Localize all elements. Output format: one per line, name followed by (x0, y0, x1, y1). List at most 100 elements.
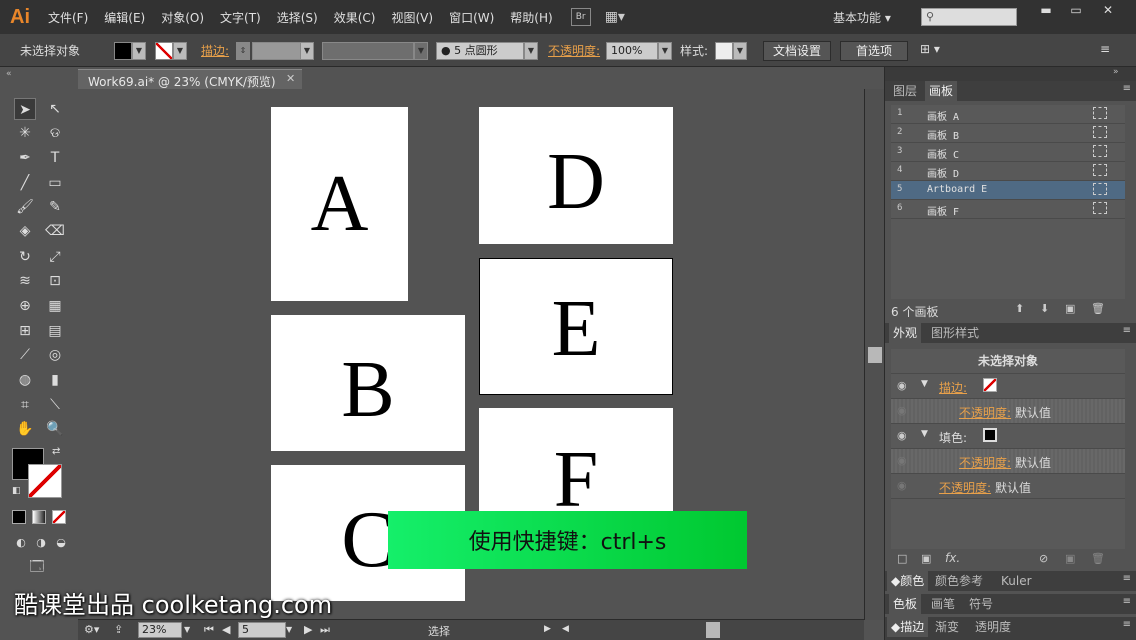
new-artboard-icon[interactable]: ▣ (1065, 302, 1075, 315)
eyedropper-tool-icon[interactable]: ⟋ (14, 344, 36, 366)
delete-item-icon[interactable]: 🗑 (1091, 552, 1105, 565)
eye-icon[interactable]: ◉ (897, 454, 911, 467)
tab-symbols[interactable]: 符号 (965, 594, 997, 614)
style-dropdown[interactable]: ▼ (733, 42, 747, 60)
move-down-icon[interactable]: ⬇ (1040, 302, 1049, 315)
prev-artboard-icon[interactable]: ◀ (222, 623, 230, 636)
artboard-options-icon[interactable] (1093, 183, 1107, 195)
tab-gradient[interactable]: 渐变 (931, 617, 963, 637)
dock-collapse-icon[interactable]: » (1113, 67, 1119, 77)
gradient-mode-icon[interactable] (32, 510, 46, 524)
workspace-switcher[interactable]: 基本功能 ▾ (833, 9, 891, 26)
menu-object[interactable]: 对象(O) (153, 9, 212, 26)
horizontal-scrollbar-thumb[interactable] (706, 622, 720, 638)
artboard-row-6[interactable]: 6 画板 F (891, 200, 1125, 219)
artboard-row-5[interactable]: 5 Artboard E (891, 181, 1125, 200)
help-search-input[interactable]: ⚲ (921, 8, 1017, 26)
move-up-icon[interactable]: ⬆ (1015, 302, 1024, 315)
menu-edit[interactable]: 编辑(E) (96, 9, 153, 26)
artboard-number-field[interactable]: 5 (238, 622, 286, 638)
clear-appearance-icon[interactable]: ⊘ (1039, 552, 1048, 565)
column-graph-tool-icon[interactable]: ▮ (44, 369, 66, 391)
menu-select[interactable]: 选择(S) (269, 9, 326, 26)
perspective-grid-tool-icon[interactable]: ▦ (44, 295, 66, 317)
stroke-weight-field[interactable] (252, 42, 302, 60)
tab-kuler[interactable]: Kuler (997, 571, 1036, 591)
menu-file[interactable]: 文件(F) (40, 9, 96, 26)
scale-tool-icon[interactable]: ⤢ (44, 246, 66, 268)
artboard-options-icon[interactable] (1093, 202, 1107, 214)
line-tool-icon[interactable]: ╱ (14, 172, 36, 194)
color-menu-icon[interactable]: ≡ (1123, 573, 1131, 584)
menu-help[interactable]: 帮助(H) (502, 9, 560, 26)
export-icon[interactable]: ⇪ (114, 623, 123, 636)
stroke-weight-stepper[interactable]: ⇕ (236, 42, 250, 60)
tab-layers[interactable]: 图层 (889, 81, 921, 101)
stroke-swatch[interactable] (155, 42, 173, 60)
last-artboard-icon[interactable]: ⏭ (320, 623, 330, 637)
duplicate-item-icon[interactable]: ▣ (1065, 552, 1075, 565)
eye-icon[interactable]: ◉ (897, 429, 911, 442)
scrollbar-thumb[interactable] (868, 347, 882, 363)
artboard-row-1[interactable]: 1 画板 A (891, 105, 1125, 124)
stroke-weight-dropdown[interactable]: ▼ (300, 42, 314, 60)
delete-artboard-icon[interactable]: 🗑 (1091, 302, 1105, 315)
arrange-documents-icon[interactable]: ▦▾ (605, 9, 625, 25)
stroke-dropdown[interactable]: ▼ (173, 42, 187, 60)
tab-brushes[interactable]: 画笔 (927, 594, 959, 614)
document-setup-button[interactable]: 文档设置 (763, 41, 831, 61)
draw-normal-icon[interactable]: ◐ (10, 532, 32, 554)
profile-dropdown[interactable]: ▼ (414, 42, 428, 60)
close-icon[interactable]: ✕ (1094, 3, 1122, 19)
scroll-left-icon[interactable]: ◀ (562, 624, 569, 634)
tab-color-guide[interactable]: 颜色参考 (931, 571, 987, 591)
vertical-scrollbar[interactable] (864, 89, 884, 620)
shape-builder-tool-icon[interactable]: ⊕ (14, 295, 36, 317)
rotate-tool-icon[interactable]: ↻ (14, 246, 36, 268)
magic-wand-tool-icon[interactable]: ✳ (14, 122, 36, 144)
warp-tool-icon[interactable]: ≋ (14, 270, 36, 292)
collapse-icon[interactable]: « (6, 69, 12, 79)
pen-tool-icon[interactable]: ✒ (14, 147, 36, 169)
style-swatch[interactable] (715, 42, 733, 60)
draw-inside-icon[interactable]: ◒ (50, 532, 72, 554)
artboard-dropdown-icon[interactable]: ▼ (286, 625, 292, 634)
tab-artboards[interactable]: 画板 (925, 81, 958, 101)
hand-tool-icon[interactable]: ✋ (14, 418, 36, 440)
brush-definition[interactable]: ● 5 点圆形 (436, 42, 524, 60)
expand-icon[interactable]: ▼ (921, 379, 928, 389)
opacity-label[interactable]: 不透明度: (959, 404, 1011, 421)
appearance-menu-icon[interactable]: ≡ (1123, 325, 1131, 336)
eraser-tool-icon[interactable]: ⌫ (44, 220, 66, 242)
arrange-icon[interactable]: ⊞ ▾ (920, 42, 940, 56)
menu-window[interactable]: 窗口(W) (441, 9, 502, 26)
free-transform-tool-icon[interactable]: ⊡ (44, 270, 66, 292)
maximize-icon[interactable]: ▭ (1062, 3, 1090, 19)
artboard-tool-icon[interactable]: ⌗ (14, 394, 36, 416)
screen-mode-icon[interactable]: 🗔 (26, 556, 48, 578)
variable-width-profile[interactable] (322, 42, 414, 60)
artboard-row-2[interactable]: 2 画板 B (891, 124, 1125, 143)
artboard-options-icon[interactable] (1093, 145, 1107, 157)
fx-icon[interactable]: fx. (945, 551, 960, 565)
swatches-menu-icon[interactable]: ≡ (1123, 596, 1131, 607)
status-arrow-icon[interactable]: ▶ (544, 624, 551, 634)
artboard-b[interactable]: B (271, 315, 465, 451)
document-tab[interactable]: Work69.ai* @ 23% (CMYK/预览) ✕ (78, 69, 302, 89)
artboard-e[interactable]: E (479, 258, 673, 395)
artboard-options-icon[interactable] (1093, 126, 1107, 138)
stroke-opacity-row[interactable]: ◉ 不透明度: 默认值 (891, 399, 1125, 424)
color-mode-icon[interactable] (12, 510, 26, 524)
tab-swatches[interactable]: 色板 (889, 594, 922, 614)
stroke-row[interactable]: ◉ ▼ 描边: (891, 374, 1125, 399)
stroke-label[interactable]: 描边: (201, 42, 229, 59)
menu-view[interactable]: 视图(V) (383, 9, 441, 26)
minimize-icon[interactable]: ▬ (1032, 3, 1060, 19)
artboard-options-icon[interactable] (1093, 107, 1107, 119)
paintbrush-tool-icon[interactable]: 🖌 (14, 196, 36, 218)
preferences-button[interactable]: 首选项 (840, 41, 908, 61)
tab-appearance[interactable]: 外观 (889, 323, 922, 343)
next-artboard-icon[interactable]: ▶ (304, 623, 312, 636)
artboard-d[interactable]: D (479, 107, 673, 244)
opacity-dropdown[interactable]: ▼ (658, 42, 672, 60)
